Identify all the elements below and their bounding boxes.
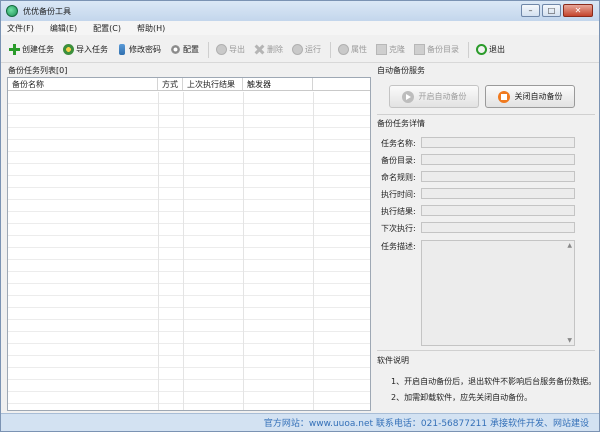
table-body[interactable] xyxy=(8,92,370,410)
exec-time-field xyxy=(421,188,575,199)
run-button[interactable]: 运行 xyxy=(292,44,321,55)
task-list-title: 备份任务列表[0] xyxy=(8,66,68,75)
clone-button[interactable]: 克隆 xyxy=(376,44,405,55)
column-divider xyxy=(243,92,244,410)
scroll-down-icon[interactable]: ▼ xyxy=(567,337,572,344)
stop-auto-backup-button[interactable]: 关闭自动备份 xyxy=(485,85,575,108)
naming-rule-field xyxy=(421,171,575,182)
properties-icon xyxy=(338,44,349,55)
close-icon[interactable]: ✕ xyxy=(563,4,593,17)
column-header-name[interactable]: 备份名称 xyxy=(8,78,158,90)
field-label-backup-dir: 备份目录: xyxy=(381,156,416,165)
folder-icon xyxy=(414,44,425,55)
column-divider xyxy=(183,92,184,410)
menu-help[interactable]: 帮助(H) xyxy=(137,23,165,34)
field-label-task-name: 任务名称: xyxy=(381,139,416,148)
column-divider xyxy=(158,92,159,410)
delete-icon xyxy=(254,44,265,55)
field-label-exec-result: 执行结果: xyxy=(381,207,416,216)
stop-icon xyxy=(497,90,510,103)
app-window: 优优备份工具 – □ ✕ 文件(F) 编辑(E) 配置(C) 帮助(H) 创建任… xyxy=(0,0,600,432)
window-controls: – □ ✕ xyxy=(521,4,593,17)
delete-button[interactable]: 删除 xyxy=(254,44,283,55)
app-logo-icon xyxy=(6,5,18,17)
field-label-exec-time: 执行时间: xyxy=(381,190,416,199)
table-header: 备份名称 方式 上次执行结果 触发器 xyxy=(8,78,370,91)
create-task-button[interactable]: 创建任务 xyxy=(9,44,54,55)
backup-dir-field xyxy=(421,154,575,165)
window-title: 优优备份工具 xyxy=(23,6,71,16)
divider xyxy=(377,114,595,115)
run-icon xyxy=(292,44,303,55)
field-label-next-exec: 下次执行: xyxy=(381,224,416,233)
next-exec-field xyxy=(421,222,575,233)
menu-config[interactable]: 配置(C) xyxy=(93,23,121,34)
footer-bar: 官方网站：www.uuoa.net 联系电话：021-56877211 承接软件… xyxy=(1,413,599,431)
auto-service-title: 自动备份服务 xyxy=(377,66,425,75)
import-task-button[interactable]: 导入任务 xyxy=(63,44,108,55)
clone-icon xyxy=(376,44,387,55)
exec-result-field xyxy=(421,205,575,216)
scroll-up-icon[interactable]: ▲ xyxy=(567,242,572,249)
exit-button[interactable]: 退出 xyxy=(476,44,505,55)
task-table[interactable]: 备份名称 方式 上次执行结果 触发器 xyxy=(7,77,371,411)
column-divider xyxy=(313,92,314,410)
toolbar-separator xyxy=(330,41,331,58)
column-header-last-result[interactable]: 上次执行结果 xyxy=(183,78,243,90)
backup-folder-button[interactable]: 备份目录 xyxy=(414,44,459,55)
change-password-button[interactable]: 修改密码 xyxy=(117,44,161,55)
column-header-trigger[interactable]: 触发器 xyxy=(243,78,313,90)
field-label-naming-rule: 命名规则: xyxy=(381,173,416,182)
export-icon xyxy=(216,44,227,55)
export-button[interactable]: 导出 xyxy=(216,44,245,55)
menu-edit[interactable]: 编辑(E) xyxy=(50,23,77,34)
details-title: 备份任务详情 xyxy=(377,119,425,128)
toolbar: 创建任务 导入任务 修改密码 配置 导出 删除 运行 属性 克隆 备份目录 退出 xyxy=(1,37,599,63)
task-description-box[interactable]: ▲ ▼ xyxy=(421,240,575,346)
plus-icon xyxy=(9,44,20,55)
import-icon xyxy=(63,44,74,55)
play-icon xyxy=(401,90,414,103)
note-item: 2、加需卸载软件，应先关闭自动备份。 xyxy=(391,393,533,402)
column-header-method[interactable]: 方式 xyxy=(158,78,183,90)
task-name-field xyxy=(421,137,575,148)
key-icon xyxy=(119,44,125,55)
maximize-icon[interactable]: □ xyxy=(542,4,561,17)
note-item: 1、开启自动备份后，退出软件不影响后台服务备份数据。 xyxy=(391,377,597,386)
exit-icon xyxy=(476,44,487,55)
minimize-icon[interactable]: – xyxy=(521,4,540,17)
divider xyxy=(377,350,595,351)
title-bar[interactable]: 优优备份工具 – □ ✕ xyxy=(1,1,599,21)
menu-file[interactable]: 文件(F) xyxy=(7,23,34,34)
config-button[interactable]: 配置 xyxy=(170,44,199,55)
toolbar-separator xyxy=(208,41,209,58)
menu-bar: 文件(F) 编辑(E) 配置(C) 帮助(H) xyxy=(1,21,599,35)
start-auto-backup-button[interactable]: 开启自动备份 xyxy=(389,85,479,108)
notes-title: 软件说明 xyxy=(377,356,409,365)
gear-icon xyxy=(170,44,181,55)
toolbar-separator xyxy=(468,41,469,58)
footer-contact-link[interactable]: 官方网站：www.uuoa.net 联系电话：021-56877211 承接软件… xyxy=(264,416,589,429)
field-label-description: 任务描述: xyxy=(381,242,416,251)
properties-button[interactable]: 属性 xyxy=(338,44,367,55)
